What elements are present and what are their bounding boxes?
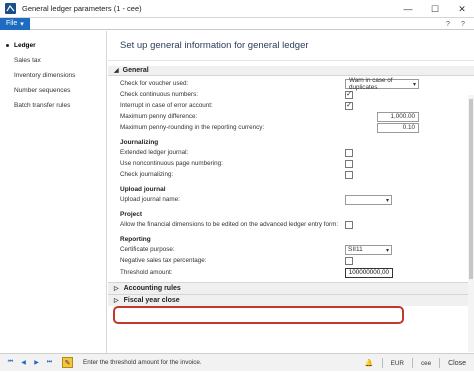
continuous-numbers-label: Check continuous numbers:	[120, 91, 199, 98]
chevron-down-icon: ▾	[385, 247, 389, 254]
fiscal-year-close-section[interactable]: ▷ Fiscal year close	[108, 294, 474, 306]
chevron-down-icon: ▾	[20, 20, 24, 28]
noncontinuous-label: Use noncontinuous page numbering:	[120, 160, 223, 167]
minimize-button[interactable]: —	[402, 3, 414, 15]
threshold-amount-label: Threshold amount:	[120, 269, 173, 276]
interrupt-error-label: Interrupt in case of error account:	[120, 102, 213, 109]
check-voucher-select[interactable]: Warn in case of duplicates ▾	[345, 77, 419, 91]
general-section-header[interactable]: ◢ General	[108, 66, 474, 76]
collapse-triangle-icon: ◢	[114, 68, 119, 74]
record-navigation: ⏮ ◀ ▶ ⏭	[6, 358, 54, 367]
max-penny-input[interactable]: 1,000.00	[377, 111, 419, 122]
negative-tax-checkbox[interactable]	[345, 256, 353, 265]
app-icon	[5, 3, 16, 14]
menu-bar: File ▾ ? ?	[0, 17, 474, 30]
close-window-button[interactable]: ✕	[456, 3, 468, 15]
status-message: Enter the threshold amount for the invoi…	[83, 359, 202, 366]
file-menu-label: File	[6, 20, 18, 27]
title-bar: General ledger parameters (1 - cee) — ☐ …	[0, 0, 474, 18]
upload-journal-name-label: Upload journal name:	[120, 196, 180, 203]
extended-journal-label: Extended ledger journal:	[120, 149, 189, 156]
extended-journal-checkbox[interactable]	[345, 148, 353, 157]
journalizing-group-title: Journalizing	[120, 139, 159, 146]
status-bar: ⏮ ◀ ▶ ⏭ ✎ Enter the threshold amount for…	[0, 353, 474, 371]
close-button[interactable]: Close	[448, 360, 466, 367]
interrupt-error-checkbox[interactable]: ✓	[345, 101, 353, 110]
max-penny-label: Maximum penny difference:	[120, 113, 198, 120]
check-journalizing-label: Check journalizing:	[120, 171, 174, 178]
upload-journal-name-select[interactable]: ▾	[345, 194, 392, 205]
last-record-icon[interactable]: ⏭	[45, 358, 54, 367]
page-heading: Set up general information for general l…	[108, 31, 474, 61]
previous-record-icon[interactable]: ◀	[19, 358, 28, 367]
first-record-icon[interactable]: ⏮	[6, 358, 15, 367]
general-form: Check for voucher used: Warn in case of …	[108, 77, 474, 278]
file-menu-button[interactable]: File ▾	[0, 17, 30, 30]
expand-triangle-icon: ▷	[114, 298, 119, 304]
nav-item-sales-tax[interactable]: Sales tax	[0, 53, 106, 68]
next-record-icon[interactable]: ▶	[32, 358, 41, 367]
max-penny-reporting-label: Maximum penny-rounding in the reporting …	[120, 124, 265, 131]
check-journalizing-checkbox[interactable]	[345, 170, 353, 179]
allow-dimensions-label: Allow the financial dimensions to be edi…	[120, 221, 339, 228]
vertical-scrollbar[interactable]	[468, 95, 474, 352]
notification-icon[interactable]: 🔔	[365, 359, 374, 367]
currency-indicator: EUR	[390, 359, 404, 367]
chevron-down-icon: ▾	[412, 81, 416, 88]
accounting-rules-section[interactable]: ▷ Accounting rules	[108, 282, 474, 294]
scroll-thumb[interactable]	[469, 99, 473, 279]
maximize-button[interactable]: ☐	[429, 3, 441, 15]
nav-item-inventory-dimensions[interactable]: Inventory dimensions	[0, 68, 106, 83]
content-pane: Set up general information for general l…	[108, 31, 474, 353]
edit-mode-icon[interactable]: ✎	[62, 357, 73, 368]
allow-dimensions-checkbox[interactable]	[345, 220, 353, 229]
check-voucher-label: Check for voucher used:	[120, 80, 189, 87]
window-title: General ledger parameters (1 - cee)	[22, 4, 142, 13]
certificate-purpose-select[interactable]: SII11 ▾	[345, 244, 392, 255]
continuous-numbers-checkbox[interactable]: ✓	[345, 90, 353, 99]
help-icon[interactable]: ?	[443, 19, 453, 29]
chevron-down-icon: ▾	[385, 197, 389, 204]
threshold-amount-input[interactable]: 100000000,00	[345, 267, 393, 278]
upload-journal-group-title: Upload journal	[120, 186, 166, 193]
nav-item-ledger[interactable]: Ledger	[0, 38, 106, 53]
company-indicator: cee	[420, 359, 432, 367]
nav-item-number-sequences[interactable]: Number sequences	[0, 83, 106, 98]
max-penny-reporting-input[interactable]: 0.10	[377, 122, 419, 133]
certificate-purpose-label: Certificate purpose:	[120, 246, 175, 253]
nav-item-batch-transfer-rules[interactable]: Batch transfer rules	[0, 98, 106, 113]
left-navigation: Ledger Sales tax Inventory dimensions Nu…	[0, 31, 107, 353]
negative-tax-label: Negative sales tax percentage:	[120, 257, 207, 264]
reporting-group-title: Reporting	[120, 236, 151, 243]
expand-triangle-icon: ▷	[114, 286, 119, 292]
noncontinuous-checkbox[interactable]	[345, 159, 353, 168]
project-group-title: Project	[120, 211, 143, 218]
help-options-icon[interactable]: ?	[458, 19, 468, 29]
